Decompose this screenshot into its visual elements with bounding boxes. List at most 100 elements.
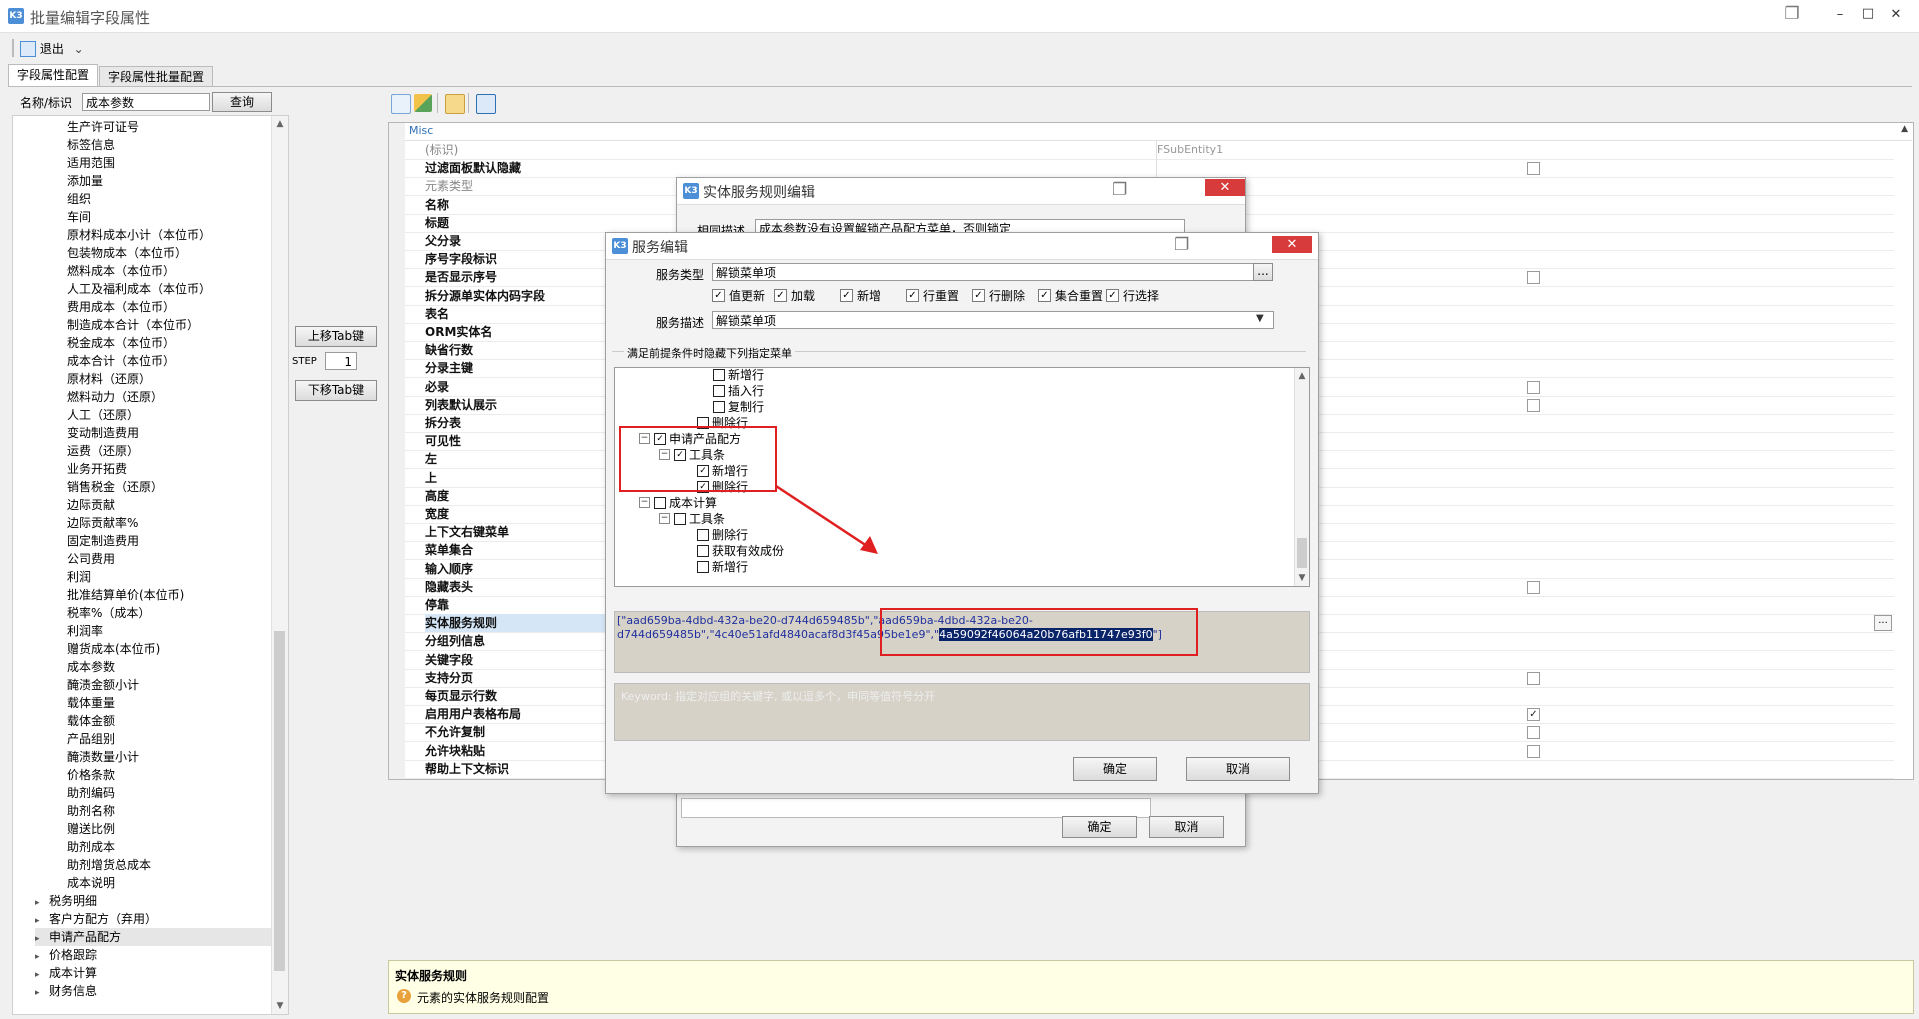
- rule-dialog-field[interactable]: [681, 798, 1151, 818]
- service-checkbox[interactable]: ✓ 加载: [774, 288, 815, 304]
- maximize-button[interactable]: □: [1858, 5, 1878, 23]
- property-checkbox[interactable]: [1527, 271, 1540, 285]
- tree-group[interactable]: ▸ 成本计算: [35, 964, 97, 982]
- service-dialog-close-button[interactable]: ✕: [1272, 236, 1312, 253]
- tree-item[interactable]: 利润率: [67, 622, 103, 640]
- property-checkbox[interactable]: [1527, 580, 1540, 594]
- tree-item[interactable]: 成本说明: [67, 874, 115, 892]
- tree-group[interactable]: ▸ 税务明细: [35, 892, 97, 910]
- tree-item[interactable]: 运费（还原）: [67, 442, 139, 460]
- tree-item[interactable]: 醃渍数量小计: [67, 748, 139, 766]
- tree-item[interactable]: 原材料（还原）: [67, 370, 151, 388]
- tree-item[interactable]: 费用成本（本位币）: [67, 298, 175, 316]
- tree-item[interactable]: 制造成本合计（本位币）: [67, 316, 199, 334]
- chevron-down-icon[interactable]: ▼: [1256, 313, 1264, 324]
- menu-tree-node[interactable]: 复制行: [713, 399, 764, 415]
- restore-icon[interactable]: ❐: [1782, 5, 1802, 23]
- tree-item[interactable]: 适用范围: [67, 154, 115, 172]
- category-row[interactable]: Misc ▲: [405, 123, 1912, 141]
- tree-item[interactable]: 价格条款: [67, 766, 115, 784]
- tree-item[interactable]: 边际贡献: [67, 496, 115, 514]
- service-type-browse-button[interactable]: ...: [1253, 263, 1273, 281]
- tree-item[interactable]: 利润: [67, 568, 91, 586]
- menu-scroll-down-icon[interactable]: ▼: [1295, 570, 1309, 586]
- keyword-textbox[interactable]: Keyword: 指定对应组的关键字, 或以逗多个，申同等值符号分开: [614, 683, 1310, 741]
- tree-item[interactable]: 批准结算单价(本位币): [67, 586, 184, 604]
- step-input[interactable]: 1: [325, 352, 357, 370]
- property-checkbox[interactable]: [1527, 726, 1540, 740]
- menu-tree-scrollbar[interactable]: ▲ ▼: [1294, 368, 1309, 586]
- tree-item[interactable]: 载体重量: [67, 694, 115, 712]
- tree-checkbox[interactable]: [697, 528, 709, 541]
- menu-tree-node[interactable]: − 工具条: [659, 511, 725, 527]
- rule-ok-button[interactable]: 确定: [1062, 816, 1137, 838]
- property-checkbox[interactable]: [1527, 398, 1540, 412]
- scroll-thumb[interactable]: [274, 631, 285, 971]
- tree-group[interactable]: ▸ 财务信息: [35, 982, 97, 1000]
- service-checkbox[interactable]: ✓ 值更新: [712, 288, 765, 304]
- tree-item[interactable]: 车间: [67, 208, 91, 226]
- tree-group[interactable]: ▸ 价格跟踪: [35, 946, 97, 964]
- tree-item[interactable]: 助剂成本: [67, 838, 115, 856]
- property-checkbox[interactable]: ✓: [1527, 708, 1540, 722]
- tree-item[interactable]: 原材料成本小计（本位币）: [67, 226, 211, 244]
- menu-tree-node[interactable]: 新增行: [713, 368, 764, 383]
- close-button[interactable]: ✕: [1886, 6, 1906, 24]
- tree-checkbox[interactable]: [697, 560, 709, 573]
- tree-checkbox[interactable]: [674, 512, 686, 525]
- move-down-button[interactable]: 下移Tab键: [295, 380, 377, 401]
- menu-scroll-thumb[interactable]: [1297, 538, 1307, 568]
- tree-item[interactable]: 变动制造费用: [67, 424, 139, 442]
- search-button[interactable]: 查询: [212, 92, 272, 112]
- tree-checkbox[interactable]: [713, 400, 725, 413]
- service-desc-select[interactable]: 解锁菜单项: [712, 311, 1274, 329]
- tree-item[interactable]: 税率%（成本）: [67, 604, 150, 622]
- tree-checkbox[interactable]: [697, 544, 709, 557]
- tree-checkbox[interactable]: [654, 496, 666, 509]
- property-row[interactable]: 过滤面板默认隐藏: [405, 159, 1894, 179]
- tree-checkbox[interactable]: [713, 384, 725, 397]
- tree-item[interactable]: 组织: [67, 190, 91, 208]
- minimize-button[interactable]: –: [1830, 6, 1850, 24]
- property-checkbox[interactable]: [1527, 162, 1540, 176]
- tree-item[interactable]: 成本参数: [67, 658, 115, 676]
- property-checkbox[interactable]: [1527, 744, 1540, 758]
- properties-icon[interactable]: [445, 94, 465, 114]
- expand-icon[interactable]: ▸: [35, 984, 49, 1002]
- scroll-up-icon[interactable]: ▲: [272, 116, 288, 132]
- tree-item[interactable]: 销售税金（还原）: [67, 478, 163, 496]
- menu-tree-node[interactable]: 插入行: [713, 383, 764, 399]
- tree-item[interactable]: 载体金额: [67, 712, 115, 730]
- service-checkbox[interactable]: ✓ 集合重置: [1038, 288, 1103, 304]
- service-type-input[interactable]: 解锁菜单项: [712, 263, 1262, 281]
- service-checkbox[interactable]: ✓ 行删除: [972, 288, 1025, 304]
- search-input[interactable]: 成本参数: [82, 93, 210, 111]
- tree-item[interactable]: 公司费用: [67, 550, 115, 568]
- menu-tree-node[interactable]: 新增行: [697, 559, 748, 575]
- tree-item[interactable]: 边际贡献率%: [67, 514, 138, 532]
- tree-item[interactable]: 人工及福利成本（本位币）: [67, 280, 211, 298]
- collapse-icon[interactable]: −: [639, 497, 650, 508]
- property-value[interactable]: FSubEntity1: [1157, 141, 1223, 159]
- tree-item[interactable]: 燃料动力（还原）: [67, 388, 163, 406]
- sort-icon[interactable]: [414, 94, 432, 112]
- service-ok-button[interactable]: 确定: [1073, 757, 1157, 781]
- tab-batch-config[interactable]: 字段属性批量配置: [99, 66, 214, 87]
- tree-item[interactable]: 成本合计（本位币）: [67, 352, 175, 370]
- categorized-icon[interactable]: [391, 94, 411, 114]
- tree-item[interactable]: 人工（还原）: [67, 406, 139, 424]
- rule-dialog-restore-icon[interactable]: ❐: [1112, 180, 1127, 200]
- menu-tree-node[interactable]: 删除行: [697, 527, 748, 543]
- scroll-down-icon[interactable]: ▼: [272, 998, 288, 1014]
- tree-item[interactable]: 包装物成本（本位币）: [67, 244, 187, 262]
- tree-item[interactable]: 标签信息: [67, 136, 115, 154]
- tree-item[interactable]: 赠货成本(本位币): [67, 640, 160, 658]
- rule-dialog-close-button[interactable]: ✕: [1205, 179, 1245, 196]
- property-checkbox[interactable]: [1527, 671, 1540, 685]
- tree-item[interactable]: 赠送比例: [67, 820, 115, 838]
- tree-item[interactable]: 醃渍金额小计: [67, 676, 139, 694]
- tree-item[interactable]: 助剂名称: [67, 802, 115, 820]
- service-checkbox[interactable]: ✓ 新增: [840, 288, 881, 304]
- menu-scroll-up-icon[interactable]: ▲: [1295, 368, 1309, 384]
- service-checkbox[interactable]: ✓ 行重置: [906, 288, 959, 304]
